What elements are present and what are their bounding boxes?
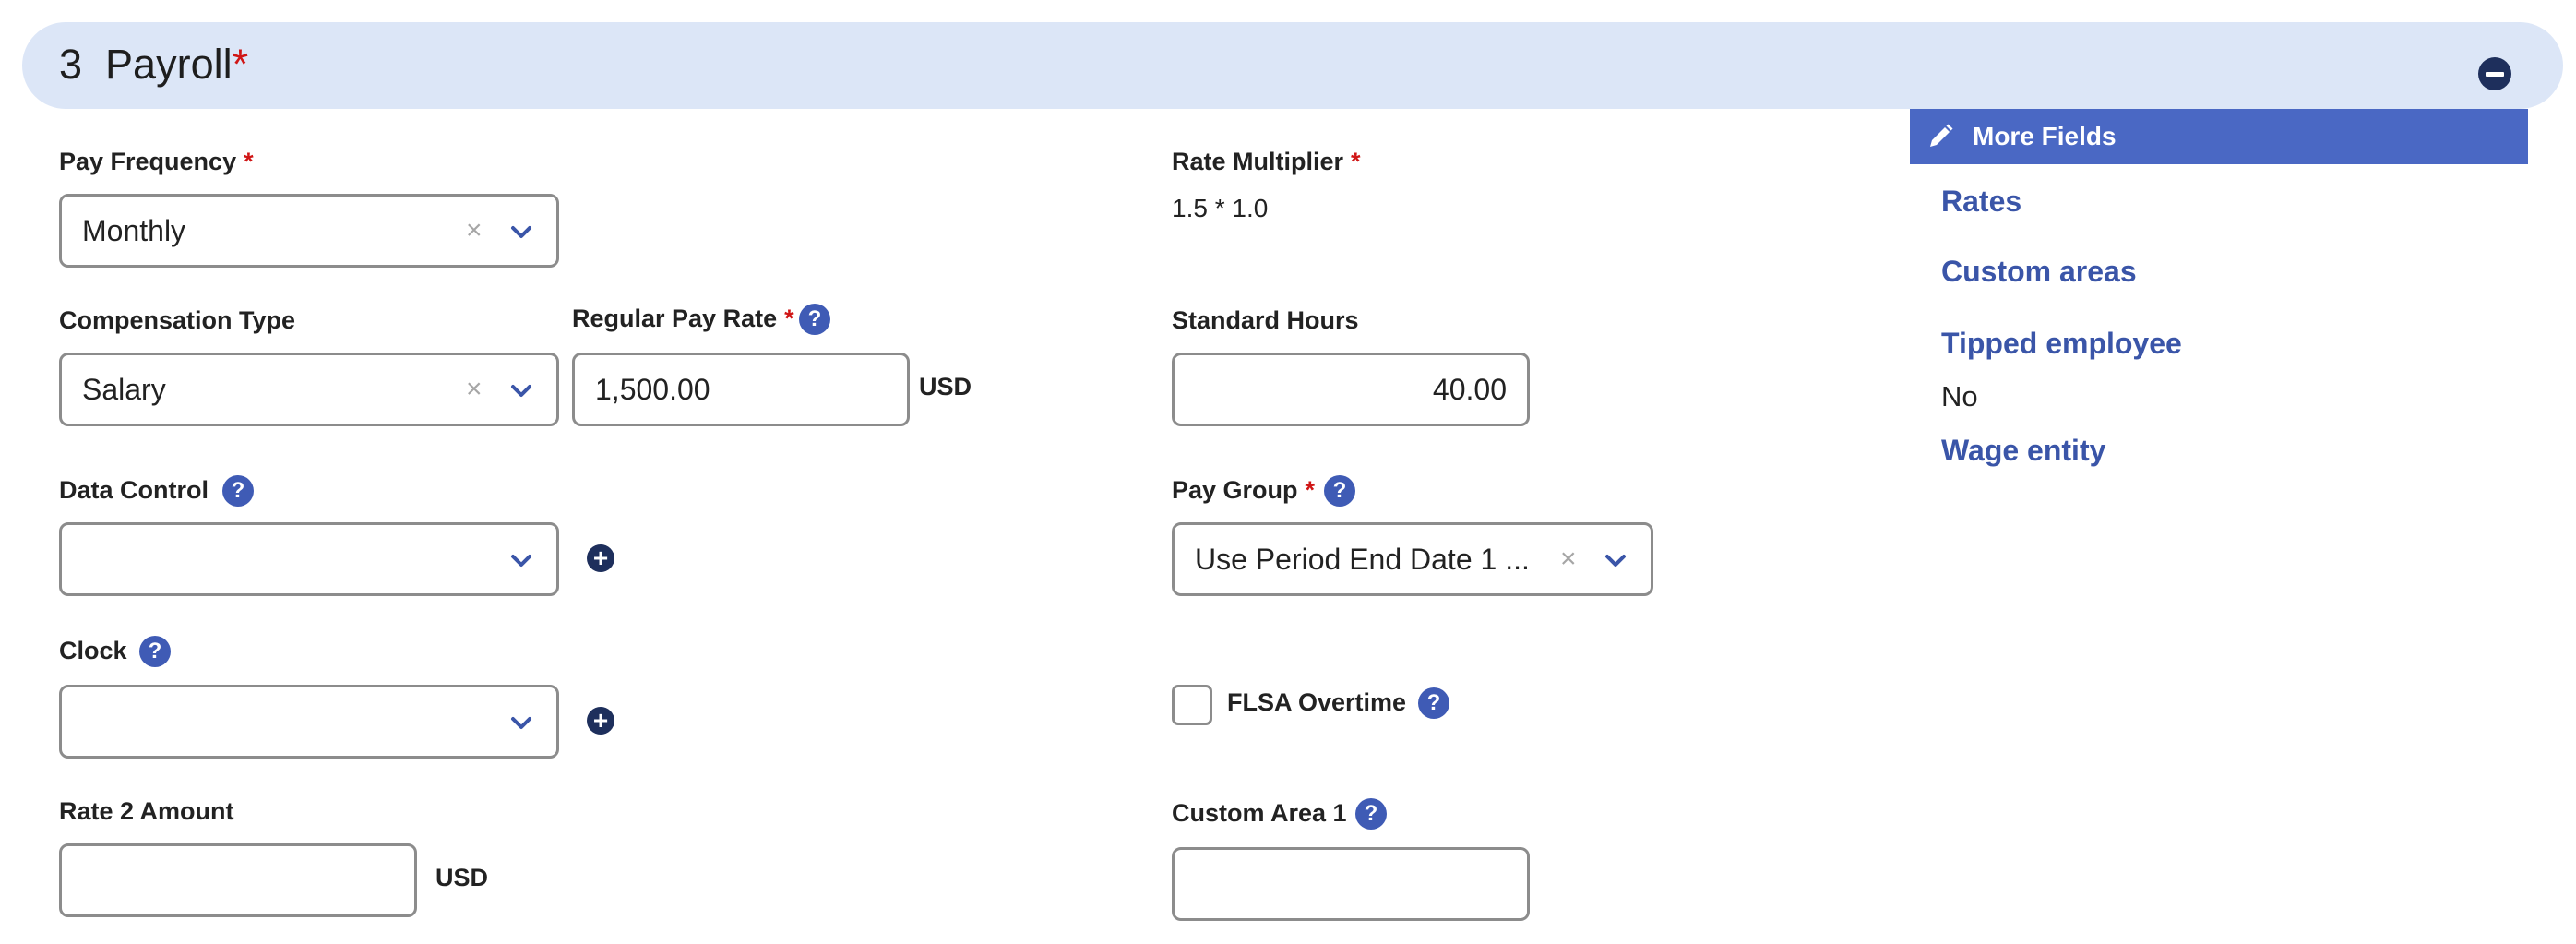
chevron-down-icon <box>511 555 531 567</box>
regular-pay-rate-label: Regular Pay Rate * <box>572 305 794 332</box>
rates-link[interactable]: Rates <box>1941 185 2021 219</box>
pay-frequency-label: Pay Frequency * <box>59 148 254 175</box>
data-control-label: Data Control <box>59 476 209 504</box>
chevron-down-icon <box>1605 555 1626 567</box>
more-fields-header[interactable]: More Fields <box>1910 109 2528 164</box>
wage-entity-link[interactable]: Wage entity <box>1941 434 2105 468</box>
help-icon[interactable]: ? <box>799 304 830 335</box>
custom-area-1-input[interactable] <box>1172 847 1530 921</box>
compensation-type-value: Salary <box>82 373 166 406</box>
chevron-down-icon <box>511 226 531 238</box>
standard-hours-value: 40.00 <box>1432 373 1507 406</box>
chevron-down-icon <box>511 717 531 729</box>
flsa-overtime-label: FLSA Overtime <box>1227 688 1407 716</box>
collapse-section-button[interactable] <box>2478 57 2511 90</box>
currency-unit: USD <box>435 864 489 891</box>
chevron-down-icon <box>511 385 531 397</box>
standard-hours-input[interactable]: 40.00 <box>1172 353 1530 426</box>
pencil-icon <box>1930 124 1953 147</box>
help-icon[interactable]: ? <box>139 636 171 667</box>
add-data-control-button[interactable]: + <box>587 544 614 572</box>
pay-group-select[interactable]: Use Period End Date 1 ... × <box>1172 522 1653 596</box>
help-icon[interactable]: ? <box>222 475 254 507</box>
help-icon[interactable]: ? <box>1324 475 1355 507</box>
pay-frequency-value: Monthly <box>82 214 186 247</box>
rate-2-amount-label: Rate 2 Amount <box>59 797 234 825</box>
data-control-select[interactable] <box>59 522 559 596</box>
tipped-employee-link[interactable]: Tipped employee <box>1941 327 2182 361</box>
rate-multiplier-label: Rate Multiplier * <box>1172 148 1361 175</box>
clear-icon[interactable]: × <box>1560 525 1577 593</box>
pay-frequency-select[interactable]: Monthly × <box>59 194 559 268</box>
help-icon[interactable]: ? <box>1355 798 1387 830</box>
flsa-overtime-checkbox[interactable] <box>1172 685 1212 725</box>
compensation-type-select[interactable]: Salary × <box>59 353 559 426</box>
currency-unit: USD <box>919 373 972 400</box>
clear-icon[interactable]: × <box>466 197 483 265</box>
clear-icon[interactable]: × <box>466 355 483 424</box>
section-title-text: Payroll <box>105 41 233 88</box>
tipped-employee-value: No <box>1941 380 1978 412</box>
section-header[interactable] <box>22 22 2563 109</box>
section-number: 3 <box>59 41 83 88</box>
compensation-type-label: Compensation Type <box>59 306 296 334</box>
required-marker: * <box>232 41 249 88</box>
clock-select[interactable] <box>59 685 559 759</box>
rate-multiplier-value: 1.5 * 1.0 <box>1172 194 1269 222</box>
custom-area-1-label: Custom Area 1 <box>1172 799 1347 827</box>
regular-pay-rate-input[interactable]: 1,500.00 <box>572 353 910 426</box>
more-fields-title: More Fields <box>1973 122 2117 150</box>
pay-group-value: Use Period End Date 1 ... <box>1195 543 1527 576</box>
minus-icon <box>2486 71 2504 77</box>
rate-2-amount-input[interactable] <box>59 843 417 917</box>
clock-label: Clock <box>59 637 127 664</box>
custom-areas-link[interactable]: Custom areas <box>1941 255 2137 289</box>
section-title: 3 Payroll* <box>59 41 248 89</box>
standard-hours-label: Standard Hours <box>1172 306 1359 334</box>
add-clock-button[interactable]: + <box>587 707 614 735</box>
pay-group-label: Pay Group * <box>1172 476 1316 504</box>
help-icon[interactable]: ? <box>1418 687 1449 719</box>
regular-pay-rate-value: 1,500.00 <box>595 373 710 406</box>
